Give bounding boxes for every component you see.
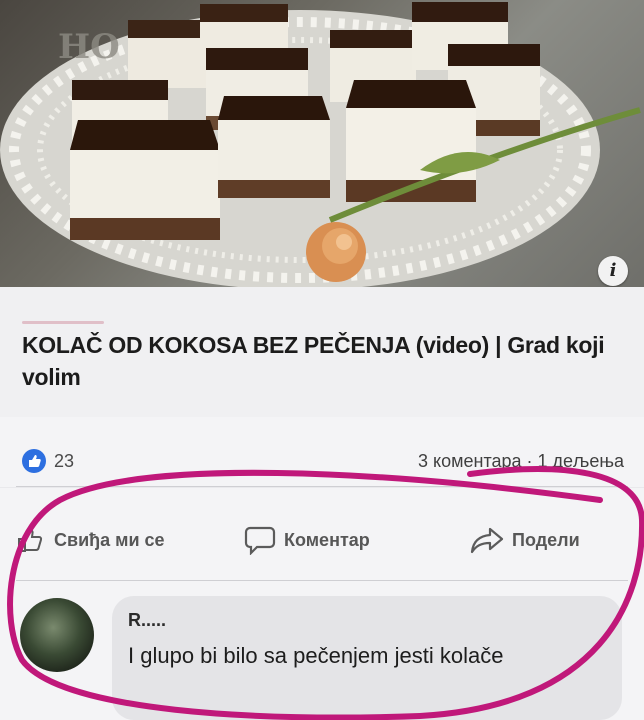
like-button[interactable]: Свиђа ми се (16, 522, 165, 558)
cake-photo: HO (0, 2, 641, 287)
actions-divider (16, 580, 628, 581)
speech-bubble-icon (244, 525, 276, 555)
share-button-label: Подели (512, 529, 580, 550)
comments-shares-count[interactable]: 3 коментара · 1 дељења (418, 451, 624, 472)
info-icon[interactable]: i (598, 256, 628, 286)
like-button-label: Свиђа ми се (54, 529, 165, 550)
like-reaction-icon[interactable] (22, 449, 46, 473)
link-title[interactable]: KOLAČ OD KOKOSA BEZ PEČENJA (video) | Gr… (22, 329, 622, 393)
stats-divider (16, 486, 628, 487)
share-arrow-icon (470, 526, 504, 554)
comment-bubble[interactable]: R..... I glupo bi bilo sa pečenjem jesti… (112, 596, 622, 720)
link-domain-redacted (22, 321, 104, 324)
share-button[interactable]: Подели (470, 522, 580, 558)
comment: R..... I glupo bi bilo sa pečenjem jesti… (0, 592, 644, 720)
comment-button[interactable]: Коментар (244, 522, 370, 558)
comment-button-label: Коментар (284, 529, 370, 550)
thumbs-up-icon (16, 526, 46, 554)
watermark-text: HO (58, 27, 120, 67)
post-image[interactable]: HO i (0, 0, 644, 287)
avatar[interactable] (20, 598, 94, 672)
comment-author[interactable]: R..... (128, 610, 166, 631)
likes-count[interactable]: 23 (54, 451, 74, 472)
comment-text: I glupo bi bilo sa pečenjem jesti kolače (128, 643, 504, 668)
action-bar: Свиђа ми се Коментар Подели (0, 488, 644, 592)
link-preview[interactable]: KOLAČ OD KOKOSA BEZ PEČENJA (video) | Gr… (0, 287, 644, 417)
post-stats: 23 3 коментара · 1 дељења (0, 417, 644, 487)
